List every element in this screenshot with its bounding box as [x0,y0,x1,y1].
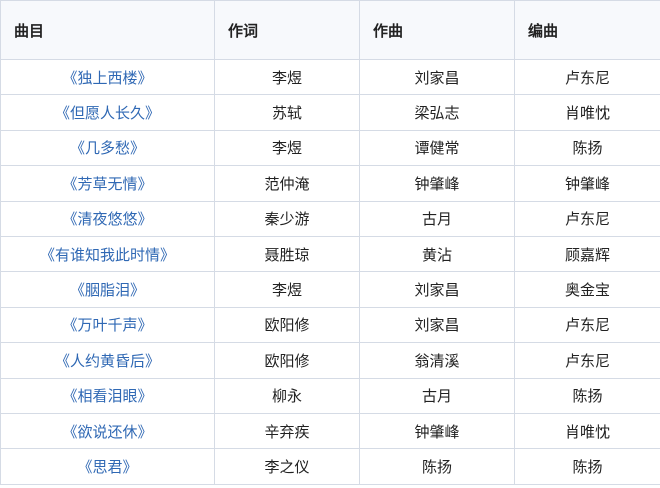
table-row: 《欲说还休》 辛弃疾 钟肇峰 肖唯忱 [0,412,660,450]
table-row: 《芳草无情》 范仲淹 钟肇峰 钟肇峰 [0,165,660,202]
table-row: 《胭脂泪》 李煜 刘家昌 奥金宝 [0,271,660,308]
song-cell: 《相看泪眼》 [0,377,215,414]
table-row: 《独上西楼》 李煜 刘家昌 卢东尼 [0,58,660,96]
arranger-cell: 肖唯忱 [514,412,660,450]
composer-cell: 刘家昌 [359,271,515,308]
song-link[interactable]: 《胭脂泪》 [70,281,145,299]
song-link[interactable]: 《清夜悠悠》 [62,210,152,228]
song-link[interactable]: 《相看泪眼》 [62,387,152,405]
song-link[interactable]: 《人约黄昏后》 [55,352,160,370]
song-cell: 《独上西楼》 [0,58,215,96]
song-cell: 《人约黄昏后》 [0,342,215,379]
arranger-cell: 卢东尼 [514,306,660,344]
composer-cell: 翁清溪 [359,342,515,379]
table-header: 曲目 作词 作曲 编曲 [0,0,660,60]
arranger-cell: 卢东尼 [514,342,660,379]
song-cell: 《思君》 [0,448,215,485]
table-row: 《思君》 李之仪 陈扬 陈扬 [0,448,660,485]
composer-cell: 谭健常 [359,129,515,167]
song-link[interactable]: 《有谁知我此时情》 [40,246,175,264]
song-link[interactable]: 《几多愁》 [70,139,145,157]
arranger-cell: 陈扬 [514,377,660,414]
lyricist-cell: 聂胜琼 [214,235,360,273]
lyricist-cell: 欧阳修 [214,306,360,344]
table-row: 《有谁知我此时情》 聂胜琼 黄沾 顾嘉辉 [0,235,660,273]
song-cell: 《但愿人长久》 [0,94,215,131]
composer-cell: 黄沾 [359,235,515,273]
table-body: 《独上西楼》 李煜 刘家昌 卢东尼 《但愿人长久》 苏轼 梁弘志 肖唯忱 《几多… [0,58,660,485]
table-row: 《人约黄昏后》 欧阳修 翁清溪 卢东尼 [0,342,660,379]
arranger-cell: 奥金宝 [514,271,660,308]
arranger-cell: 钟肇峰 [514,165,660,202]
song-link[interactable]: 《独上西楼》 [62,69,152,87]
song-cell: 《有谁知我此时情》 [0,235,215,273]
song-cell: 《胭脂泪》 [0,271,215,308]
lyricist-cell: 李煜 [214,58,360,96]
song-link[interactable]: 《欲说还休》 [62,423,152,441]
lyricist-cell: 李煜 [214,129,360,167]
composer-cell: 梁弘志 [359,94,515,131]
composer-cell: 钟肇峰 [359,412,515,450]
table-row: 《万叶千声》 欧阳修 刘家昌 卢东尼 [0,306,660,344]
composer-cell: 刘家昌 [359,306,515,344]
arranger-cell: 肖唯忱 [514,94,660,131]
lyricist-cell: 秦少游 [214,200,360,237]
arranger-cell: 陈扬 [514,448,660,485]
song-cell: 《万叶千声》 [0,306,215,344]
arranger-cell: 陈扬 [514,129,660,167]
table-row: 《清夜悠悠》 秦少游 古月 卢东尼 [0,200,660,237]
song-cell: 《几多愁》 [0,129,215,167]
lyricist-cell: 柳永 [214,377,360,414]
song-cell: 《芳草无情》 [0,165,215,202]
composer-cell: 古月 [359,200,515,237]
header-song: 曲目 [0,0,215,60]
song-link[interactable]: 《但愿人长久》 [55,104,160,122]
composer-cell: 古月 [359,377,515,414]
arranger-cell: 卢东尼 [514,58,660,96]
lyricist-cell: 苏轼 [214,94,360,131]
header-composer: 作曲 [359,0,515,60]
song-link[interactable]: 《芳草无情》 [62,175,152,193]
song-link[interactable]: 《万叶千声》 [62,316,152,334]
lyricist-cell: 李之仪 [214,448,360,485]
arranger-cell: 顾嘉辉 [514,235,660,273]
arranger-cell: 卢东尼 [514,200,660,237]
composer-cell: 钟肇峰 [359,165,515,202]
composer-cell: 刘家昌 [359,58,515,96]
table-row: 《相看泪眼》 柳永 古月 陈扬 [0,377,660,414]
table-row: 《但愿人长久》 苏轼 梁弘志 肖唯忱 [0,94,660,131]
header-row: 曲目 作词 作曲 编曲 [0,0,660,60]
lyricist-cell: 范仲淹 [214,165,360,202]
composer-cell: 陈扬 [359,448,515,485]
header-lyricist: 作词 [214,0,360,60]
lyricist-cell: 辛弃疾 [214,412,360,450]
song-cell: 《清夜悠悠》 [0,200,215,237]
lyricist-cell: 欧阳修 [214,342,360,379]
song-link[interactable]: 《思君》 [77,458,137,476]
header-arranger: 编曲 [514,0,660,60]
song-credits-table: 曲目 作词 作曲 编曲 《独上西楼》 李煜 刘家昌 卢东尼 《但愿人长久》 苏轼… [0,0,660,485]
table-row: 《几多愁》 李煜 谭健常 陈扬 [0,129,660,167]
lyricist-cell: 李煜 [214,271,360,308]
song-cell: 《欲说还休》 [0,412,215,450]
